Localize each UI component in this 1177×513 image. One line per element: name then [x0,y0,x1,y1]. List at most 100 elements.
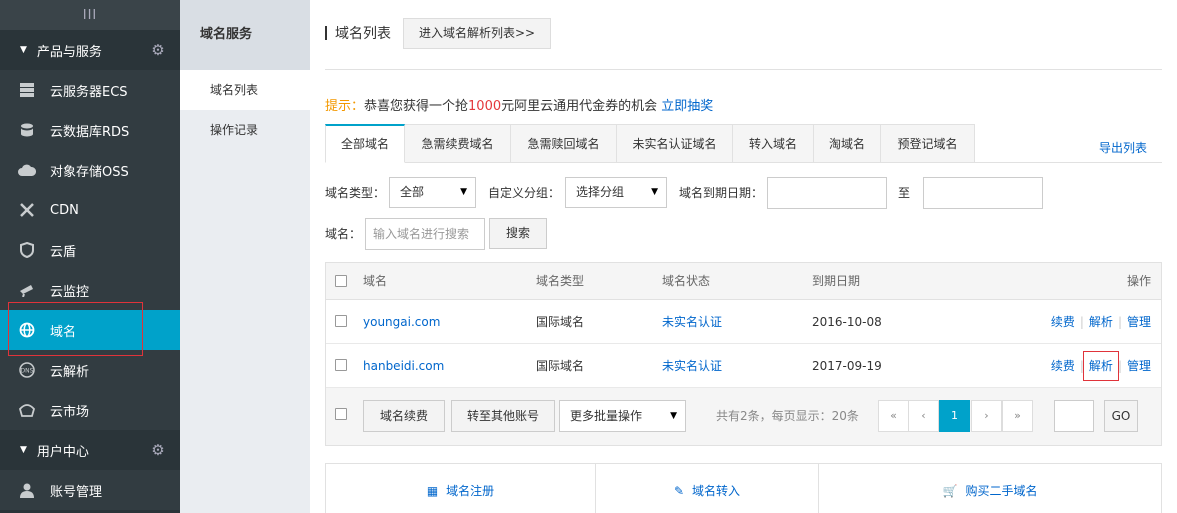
to-label: 至 [898,186,911,200]
promo-tip: 提示：恭喜您获得一个抢1000元阿里云通用代金券的机会 立即抽奖 [325,95,713,114]
dns-list-button[interactable]: 进入域名解析列表>> [403,18,551,49]
sidebar-collapse-toggle[interactable]: III [0,0,180,30]
domain-link[interactable]: youngai.com [363,300,440,344]
tab-urgent-redeem[interactable]: 急需赎回域名 [511,124,617,163]
table-row: hanbeidi.com 国际域名 未实名认证 2017-09-19 续费 | 解析… [326,344,1161,388]
sidebar-section-products[interactable]: ▼ 产品与服务 ⚙ [0,30,180,70]
caret-down-icon: ▼ [651,187,658,197]
tip-label: 提示： [325,99,365,114]
prev-page-button[interactable]: ‹ [908,400,939,432]
sidebar-item-ecs[interactable]: 云服务器ECS [0,70,180,110]
type-select[interactable]: 全部 ▼ [389,177,476,208]
gear-icon[interactable]: ⚙ [150,442,166,458]
row-checkbox[interactable] [335,359,347,371]
domain-tabs: 全部域名 急需续费域名 急需赎回域名 未实名认证域名 转入域名 淘域名 预登记域… [325,124,1162,163]
page-number-input[interactable] [1054,400,1094,432]
renew-link[interactable]: 续费 [1051,359,1075,373]
submenu-item-operation-log[interactable]: 操作记录 [180,110,310,150]
sidebar-item-oss[interactable]: 对象存储OSS [0,150,180,190]
globe-icon [18,321,36,339]
page-1-button[interactable]: 1 [939,400,970,432]
select-all-checkbox[interactable] [335,275,347,287]
dns-icon: DNS [18,361,36,379]
domain-submenu: 域名服务 域名列表 操作记录 [180,0,310,513]
batch-renew-button[interactable]: 域名续费 [363,400,445,432]
caret-down-icon: ▼ [20,445,27,455]
table-header: 域名 域名类型 域名状态 到期日期 操作 [326,263,1161,300]
lottery-link[interactable]: 立即抽奖 [661,99,713,114]
title-bar-marker [325,26,327,40]
type-select-value: 全部 [400,185,425,199]
manage-link[interactable]: 管理 [1127,359,1151,373]
sidebar-item-domain[interactable]: 域名 [0,310,180,350]
sidebar-item-monitor[interactable]: 云监控 [0,270,180,310]
sidebar-item-shield[interactable]: 云盾 [0,230,180,270]
sidebar-item-market[interactable]: 云市场 [0,390,180,430]
transfer-account-button[interactable]: 转至其他账号 [451,400,555,432]
transfer-in-button[interactable]: ✎ 域名转入 [596,464,819,513]
tab-transfer-in[interactable]: 转入域名 [733,124,814,163]
tab-pre-register[interactable]: 预登记域名 [881,124,975,163]
domain-link[interactable]: hanbeidi.com [363,344,444,388]
cdn-icon [18,201,36,219]
expire-start-input[interactable] [767,177,887,209]
domain-status-link[interactable]: 未实名认证 [662,300,722,344]
gear-icon[interactable]: ⚙ [150,42,166,58]
buy-second-label: 购买二手域名 [965,484,1038,498]
expire-date: 2016-10-08 [812,315,882,329]
pagination-summary: 共有2条，每页显示：20条 [716,409,859,423]
caret-down-icon: ▼ [460,187,467,197]
resolve-link[interactable]: 解析 [1089,315,1113,329]
domain-type: 国际域名 [536,359,585,373]
export-list-link[interactable]: 导出列表 [1099,139,1147,156]
sidebar-item-label: 域名 [50,324,77,340]
col-domain: 域名 [363,274,388,288]
sidebar-item-label: 账号管理 [50,484,103,500]
sidebar-item-label: 对象存储OSS [50,164,129,180]
row-checkbox[interactable] [335,315,347,327]
submenu-item-domain-list[interactable]: 域名列表 [180,70,310,110]
sidebar-item-rds[interactable]: 云数据库RDS [0,110,180,150]
group-select-value: 选择分组 [576,185,625,199]
market-icon [18,401,36,419]
expire-filter-label: 域名到期日期： [679,186,764,200]
svg-text:DNS: DNS [21,368,34,375]
domain-status-link[interactable]: 未实名认证 [662,344,722,388]
transfer-in-label: 域名转入 [692,484,741,498]
sidebar-item-account[interactable]: 账号管理 [0,470,180,510]
register-domain-button[interactable]: ▦ 域名注册 [326,464,596,513]
tip-text-before: 恭喜您获得一个抢 [364,99,469,114]
sidebar-item-cdn[interactable]: CDN [0,190,180,230]
col-type: 域名类型 [536,274,585,288]
shield-icon [18,241,36,259]
resolve-link[interactable]: 解析 [1082,351,1119,381]
section-label: 产品与服务 [36,44,102,60]
col-actions: 操作 [1126,274,1151,288]
sidebar-section-user[interactable]: ▼ 用户中心 ⚙ [0,430,180,470]
sidebar-item-label: 云解析 [50,364,90,380]
manage-link[interactable]: 管理 [1127,315,1151,329]
sidebar-item-label: CDN [50,202,79,218]
tab-urgent-renew[interactable]: 急需续费域名 [405,124,511,163]
row-actions: 续费 | 解析 | 管理 [1051,344,1151,388]
go-button[interactable]: GO [1104,400,1138,432]
buy-second-hand-button[interactable]: 🛒 购买二手域名 [819,464,1161,513]
domain-search-input[interactable]: 输入域名进行搜索 [365,218,485,250]
tab-all-domains[interactable]: 全部域名 [325,124,405,163]
sidebar-item-dns[interactable]: DNS 云解析 [0,350,180,390]
last-page-button[interactable]: » [1002,400,1033,432]
calendar-icon: ▦ [426,484,439,498]
first-page-button[interactable]: « [878,400,909,432]
next-page-button[interactable]: › [971,400,1002,432]
sidebar-item-label: 云数据库RDS [50,124,130,140]
sidebar-item-label: 云服务器ECS [50,84,128,100]
register-label: 域名注册 [446,484,495,498]
renew-link[interactable]: 续费 [1051,315,1075,329]
group-select[interactable]: 选择分组 ▼ [565,177,667,208]
batch-ops-select[interactable]: 更多批量操作 ▼ [559,400,686,432]
tab-unverified[interactable]: 未实名认证域名 [617,124,733,163]
tab-tao-domain[interactable]: 淘域名 [814,124,881,163]
footer-select-all-checkbox[interactable] [335,408,347,420]
expire-end-input[interactable] [923,177,1043,209]
search-button[interactable]: 搜索 [489,218,547,249]
